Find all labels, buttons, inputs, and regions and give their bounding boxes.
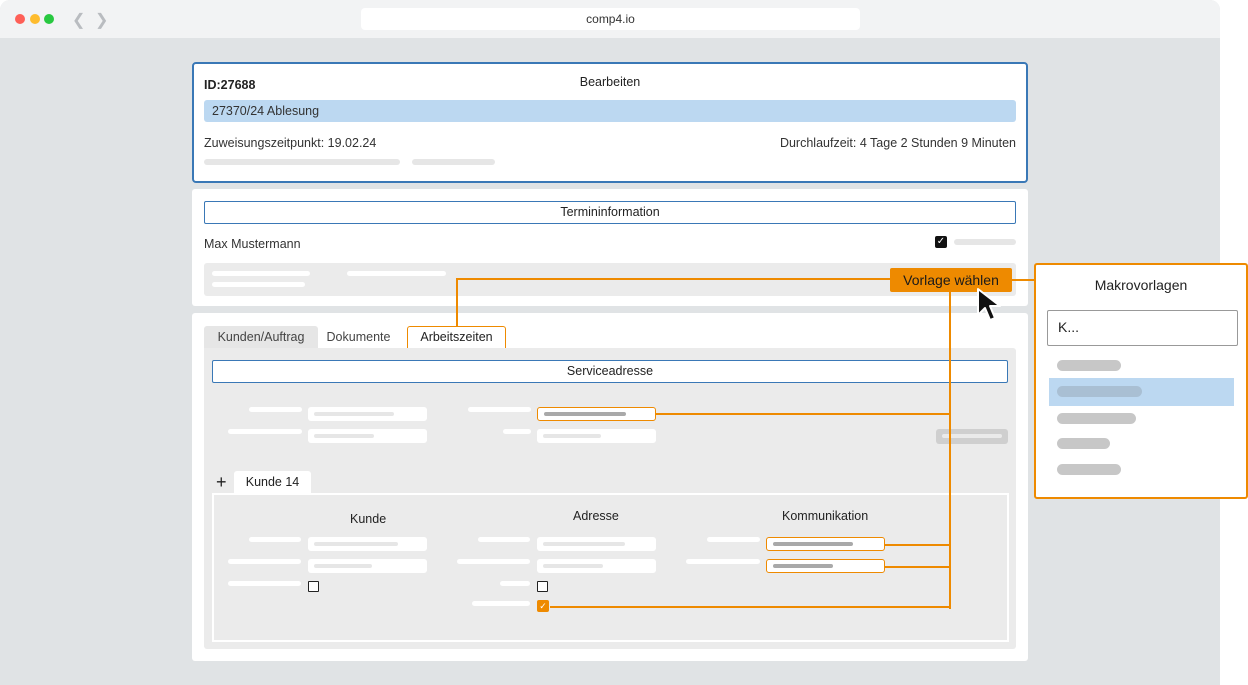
maximize-window-icon[interactable] [44, 14, 54, 24]
ticket-header-card: ID:27688 Bearbeiten 27370/24 Ablesung Zu… [192, 62, 1028, 183]
checked-checkbox-icon[interactable]: ✓ [537, 600, 549, 612]
tab-dokumente[interactable]: Dokumente [322, 326, 395, 348]
template-input-field[interactable] [766, 559, 885, 573]
connector-line [1011, 279, 1036, 281]
tab-kunden-auftrag[interactable]: Kunden/Auftrag [204, 326, 318, 348]
ticket-subject[interactable]: 27370/24 Ablesung [204, 100, 1016, 122]
connector-line [949, 290, 951, 609]
connector-line [656, 413, 950, 415]
placeholder-bar [212, 282, 305, 287]
duration: Durchlaufzeit: 4 Tage 2 Stunden 9 Minute… [779, 136, 1016, 150]
macro-item-selected[interactable] [1057, 386, 1142, 397]
connector-line [884, 566, 950, 568]
field-label-placeholder [228, 559, 301, 564]
macro-item[interactable] [1057, 413, 1136, 424]
input-field[interactable] [537, 559, 656, 573]
input-field[interactable] [537, 537, 656, 551]
page-title: Bearbeiten [579, 75, 641, 89]
details-card: Kunden/Auftrag Dokumente Arbeitszeiten S… [192, 313, 1028, 661]
macro-item[interactable] [1057, 360, 1121, 371]
placeholder-bar [212, 271, 310, 276]
connector-line [456, 278, 892, 280]
connector-line [550, 606, 950, 608]
tab-arbeitszeiten[interactable]: Arbeitszeiten [407, 326, 506, 348]
assignment-time: Zuweisungszeitpunkt: 19.02.24 [204, 136, 377, 150]
template-input-field[interactable] [766, 537, 885, 551]
macro-panel-title: Makrovorlagen [1094, 277, 1188, 293]
field-label-placeholder [707, 537, 760, 542]
placeholder-bar [954, 239, 1016, 245]
placeholder-bar [347, 271, 446, 276]
plus-icon[interactable]: + [216, 473, 227, 491]
close-window-icon[interactable] [15, 14, 25, 24]
mouse-cursor-icon [977, 288, 1001, 321]
field-label-placeholder [228, 429, 302, 434]
input-field[interactable] [308, 407, 427, 421]
input-field[interactable] [308, 559, 427, 573]
field-label-placeholder [249, 537, 301, 542]
url-bar[interactable]: comp4.io [361, 8, 860, 30]
input-field[interactable] [537, 429, 656, 443]
action-button-placeholder[interactable] [936, 429, 1008, 444]
tab-kunde-14[interactable]: Kunde 14 [234, 471, 311, 493]
field-label-placeholder [228, 581, 301, 586]
field-label-placeholder [472, 601, 530, 606]
field-label-placeholder [249, 407, 302, 412]
macro-item[interactable] [1057, 438, 1110, 449]
column-header-adresse: Adresse [573, 509, 619, 523]
input-field[interactable] [308, 537, 427, 551]
checkbox[interactable] [537, 581, 548, 592]
field-label-placeholder [686, 559, 760, 564]
template-input-field[interactable] [537, 407, 656, 421]
column-header-kunde: Kunde [350, 512, 387, 526]
back-icon[interactable]: ❮ [72, 10, 85, 30]
field-label-placeholder [478, 537, 530, 542]
field-label-placeholder [468, 407, 531, 412]
forward-icon[interactable]: ❯ [95, 10, 108, 30]
field-label-placeholder [457, 559, 530, 564]
field-label-placeholder [500, 581, 530, 586]
tab-panel: Serviceadresse + Kunde 14 Kunde Adresse … [204, 348, 1016, 649]
person-name: Max Mustermann [204, 237, 301, 251]
macro-search-input[interactable]: K... [1047, 310, 1238, 346]
check-icon[interactable]: ✓ [935, 236, 947, 248]
service-section-header: Serviceadresse [212, 360, 1008, 383]
field-label-placeholder [503, 429, 531, 434]
column-header-kommunikation: Kommunikation [782, 509, 869, 523]
connector-line [884, 544, 950, 546]
input-field[interactable] [308, 429, 427, 443]
placeholder-bar [412, 159, 495, 165]
macro-item[interactable] [1057, 464, 1121, 475]
browser-titlebar: ❮ ❯ comp4.io [0, 0, 1220, 38]
connector-line [456, 278, 458, 326]
placeholder-bar [204, 159, 400, 165]
appointment-section-header: Termininformation [204, 201, 1016, 224]
minimize-window-icon[interactable] [30, 14, 40, 24]
checkbox[interactable] [308, 581, 319, 592]
